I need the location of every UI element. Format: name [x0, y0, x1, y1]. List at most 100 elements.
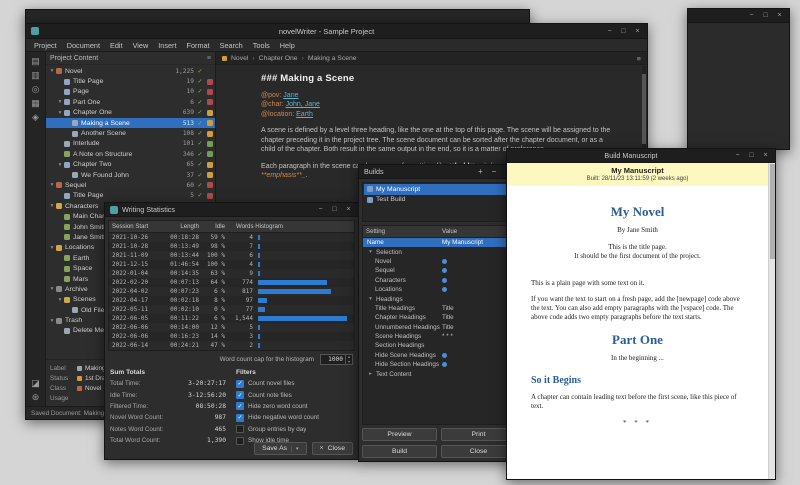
- search-icon[interactable]: ◎: [32, 84, 40, 94]
- tree-item[interactable]: We Found John37✓: [46, 170, 215, 180]
- stats-session-row[interactable]: 2021-10-2800:13:4998 %7: [109, 242, 354, 251]
- setting-row[interactable]: Locations: [363, 285, 515, 294]
- tree-item[interactable]: Title Page19✓: [46, 76, 215, 86]
- filter-checkbox[interactable]: ✓: [236, 414, 244, 422]
- tree-item[interactable]: Page10✓: [46, 87, 215, 97]
- toggle-on-icon[interactable]: [442, 362, 447, 367]
- build-icon[interactable]: ◈: [32, 112, 39, 122]
- toggle-on-icon[interactable]: [442, 353, 447, 358]
- menu-project[interactable]: Project: [29, 41, 62, 50]
- expand-icon[interactable]: ▾: [48, 68, 56, 74]
- maximize-icon[interactable]: □: [761, 12, 770, 19]
- tree-item[interactable]: Making a Scene513✓: [46, 118, 215, 128]
- menu-edit[interactable]: Edit: [105, 41, 128, 50]
- toggle-on-icon[interactable]: [442, 278, 447, 283]
- novel-tree-icon[interactable]: ▥: [31, 70, 40, 80]
- stats-titlebar[interactable]: Writing Statistics −□×: [105, 203, 358, 217]
- setting-row[interactable]: ▸Text Content: [363, 369, 515, 378]
- stats-session-row[interactable]: 2022-06-0600:16:2314 %3: [109, 332, 354, 341]
- remove-icon[interactable]: −: [490, 167, 499, 176]
- breadcrumb-part[interactable]: Making a Scene: [308, 55, 357, 62]
- setting-row[interactable]: Section Headings: [363, 341, 515, 350]
- stats-session-row[interactable]: 2022-05-1100:02:100 %77: [109, 305, 354, 314]
- tree-item[interactable]: ▾Chapter Two65✓: [46, 160, 215, 170]
- expand-icon[interactable]: ▾: [56, 99, 64, 105]
- col-idle[interactable]: Idle: [202, 223, 228, 230]
- save-as-dropdown-icon[interactable]: ▾: [291, 446, 299, 452]
- stats-session-row[interactable]: 2021-11-0900:13:44100 %6: [109, 251, 354, 260]
- print-button[interactable]: Print: [441, 428, 516, 441]
- setting-row[interactable]: ▾Headings: [363, 294, 515, 303]
- expand-icon[interactable]: ▾: [48, 203, 56, 209]
- menu-view[interactable]: View: [128, 41, 154, 50]
- expand-icon[interactable]: ▾: [48, 286, 56, 292]
- add-icon[interactable]: +: [476, 167, 485, 176]
- menu-help[interactable]: Help: [275, 41, 300, 50]
- cap-value[interactable]: 1000: [321, 355, 345, 364]
- filter-checkbox[interactable]: ✓: [236, 402, 244, 410]
- setting-row[interactable]: ▾Selection: [363, 247, 515, 256]
- stats-session-row[interactable]: 2022-01-0400:14:3563 %9: [109, 269, 354, 278]
- expand-icon[interactable]: ▾: [48, 182, 56, 188]
- maximize-icon[interactable]: □: [747, 152, 756, 159]
- breadcrumb-part[interactable]: Chapter One: [259, 55, 298, 62]
- menu-tools[interactable]: Tools: [248, 41, 275, 50]
- cap-spinbox[interactable]: 1000 ▴ ▾: [320, 354, 353, 365]
- tree-item[interactable]: A Note on Structure346✓: [46, 149, 215, 159]
- project-menu-icon[interactable]: ≡: [207, 55, 211, 62]
- details-icon[interactable]: ◪: [31, 378, 40, 388]
- stats-session-row[interactable]: 2022-04-0200:07:236 %817: [109, 287, 354, 296]
- stats-session-row[interactable]: 2022-06-1400:24:2147 %2: [109, 341, 354, 350]
- col-length[interactable]: Length: [164, 223, 202, 230]
- toggle-on-icon[interactable]: [442, 259, 447, 264]
- stats-session-row[interactable]: 2022-06-0600:14:0012 %5: [109, 323, 354, 332]
- tag-value[interactable]: John, Jane: [286, 101, 320, 108]
- setting-row[interactable]: Novel: [363, 257, 515, 266]
- col-words-histogram[interactable]: Words Histogram: [228, 223, 351, 230]
- expand-icon[interactable]: ▾: [56, 162, 64, 168]
- maximize-icon[interactable]: □: [330, 206, 339, 213]
- setting-row[interactable]: NameMy Manuscript: [363, 238, 515, 247]
- tree-item[interactable]: ▾Part One6✓: [46, 97, 215, 107]
- scrollbar-thumb[interactable]: [770, 164, 775, 259]
- expand-icon[interactable]: ▾: [56, 297, 64, 303]
- close-icon[interactable]: ×: [761, 152, 770, 159]
- project-tree-icon[interactable]: ▤: [31, 56, 40, 66]
- setting-row[interactable]: Unnumbered HeadingsTitle: [363, 323, 515, 332]
- expand-icon[interactable]: ▾: [48, 245, 56, 251]
- spin-down-icon[interactable]: ▾: [348, 360, 350, 365]
- main-titlebar[interactable]: novelWriter - Sample Project −□×: [26, 24, 647, 39]
- build-list-item[interactable]: My Manuscript: [364, 184, 514, 195]
- menu-format[interactable]: Format: [182, 41, 215, 50]
- minimize-icon[interactable]: −: [316, 206, 325, 213]
- close-icon[interactable]: ×: [633, 28, 642, 35]
- manuscript-titlebar[interactable]: Build Manuscript −□×: [507, 149, 775, 163]
- tree-item[interactable]: Interlude101✓: [46, 139, 215, 149]
- close-button[interactable]: × Close: [312, 442, 353, 455]
- tree-item[interactable]: ▾Chapter One639✓: [46, 108, 215, 118]
- tag-value[interactable]: Jane: [283, 92, 298, 99]
- setting-row[interactable]: Hide Section Headings: [363, 360, 515, 369]
- save-as-button[interactable]: Save As ▾: [254, 442, 306, 455]
- minimize-icon[interactable]: −: [733, 152, 742, 159]
- tree-item[interactable]: Another Scene108✓: [46, 128, 215, 138]
- stats-session-row[interactable]: 2022-06-0500:11:226 %1,544: [109, 314, 354, 323]
- manuscript-preview[interactable]: My Manuscript Built: 28/11/23 13:11:59 (…: [507, 163, 768, 479]
- tree-item[interactable]: Title Page5✓: [46, 191, 215, 201]
- menu-search[interactable]: Search: [215, 41, 248, 50]
- menu-document[interactable]: Document: [62, 41, 105, 50]
- preview-button[interactable]: Preview: [362, 428, 437, 441]
- setting-row[interactable]: Hide Scene Headings: [363, 351, 515, 360]
- editor-menu-icon[interactable]: ≡: [637, 54, 641, 63]
- close-button[interactable]: Close: [441, 445, 516, 458]
- stats-session-row[interactable]: 2021-12-1501:46:54100 %4: [109, 260, 354, 269]
- close-icon[interactable]: ×: [344, 206, 353, 213]
- expand-icon[interactable]: ▾: [367, 296, 374, 302]
- close-icon[interactable]: ×: [775, 12, 784, 19]
- stats-session-row[interactable]: 2021-10-2600:18:2859 %4: [109, 233, 354, 242]
- tree-item[interactable]: ▾Novel1,225✓: [46, 66, 215, 76]
- menu-insert[interactable]: Insert: [153, 41, 181, 50]
- setting-row[interactable]: Scene Headings* * *: [363, 332, 515, 341]
- minimize-icon[interactable]: −: [747, 12, 756, 19]
- tree-item[interactable]: ▾Sequel60✓: [46, 180, 215, 190]
